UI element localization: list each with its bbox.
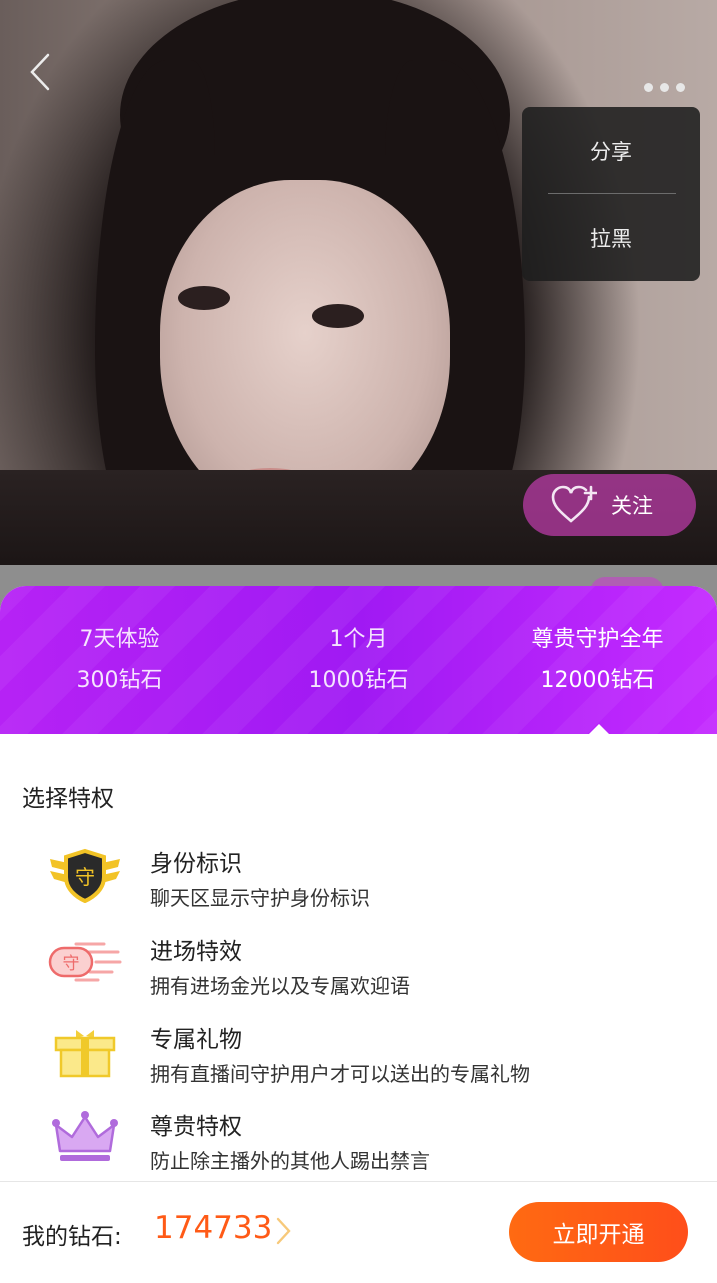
activate-now-button[interactable]: 立即开通 [509,1202,688,1262]
selected-plan-pointer [588,724,610,735]
back-button[interactable] [18,48,62,96]
diamond-balance-amount[interactable]: 174733 [154,1210,272,1246]
privilege-item-gift: 专属礼物 拥有直播间守护用户才可以送出的专属礼物 [0,1020,717,1100]
follow-button[interactable]: 关注 [523,474,696,536]
privilege-item-entry-effect: 守 进场特效 拥有进场金光以及专属欢迎语 [0,932,717,1012]
svg-text:守: 守 [75,865,95,889]
plan-name: 尊贵守护全年 [531,627,664,652]
plan-price: 300钻石 [76,668,163,693]
plan-price: 12000钻石 [540,668,655,693]
guard-sheet: 7天体验 300钻石 1个月 1000钻石 尊贵守护全年 12000钻石 选择特… [0,586,717,1283]
purchase-footer: 我的钻石: 174733 立即开通 [0,1181,717,1283]
privilege-name: 身份标识 [150,851,242,877]
privilege-name: 进场特效 [150,939,242,965]
privilege-item-vip: 尊贵特权 防止除主播外的其他人踢出禁言 [0,1107,717,1187]
gift-icon [44,1020,126,1082]
follow-label: 关注 [611,494,653,518]
chevron-right-icon[interactable] [274,1216,292,1246]
more-menu: 分享 拉黑 [522,107,700,281]
diamond-balance-label: 我的钻石: [22,1224,122,1250]
privilege-item-identity: 守 身份标识 聊天区显示守护身份标识 [0,844,717,924]
plan-option-1month[interactable]: 1个月 1000钻石 [239,586,478,734]
plan-selector: 7天体验 300钻石 1个月 1000钻石 尊贵守护全年 12000钻石 [0,586,717,735]
plan-name: 7天体验 [79,627,160,652]
crown-icon [44,1107,126,1169]
more-button[interactable] [636,72,692,102]
menu-item-share[interactable]: 分享 [522,107,700,194]
privilege-desc: 拥有进场金光以及专属欢迎语 [150,974,410,998]
menu-item-block[interactable]: 拉黑 [522,194,700,281]
entry-effect-icon: 守 [44,932,126,994]
more-dots-icon [643,82,653,92]
plan-name: 1个月 [329,627,388,652]
chevron-left-icon [30,53,50,91]
privileges-title: 选择特权 [22,786,114,812]
privilege-name: 专属礼物 [150,1027,242,1053]
svg-text:守: 守 [63,954,80,974]
menu-divider [548,193,676,194]
plan-price: 1000钻石 [308,668,409,693]
privilege-desc: 防止除主播外的其他人踢出禁言 [150,1149,430,1173]
privilege-name: 尊贵特权 [150,1114,242,1140]
plan-option-7day[interactable]: 7天体验 300钻石 [0,586,239,734]
plan-option-year[interactable]: 尊贵守护全年 12000钻石 [478,586,717,734]
guard-badge-icon: 守 [44,844,126,906]
heart-plus-icon [551,485,597,523]
privilege-desc: 拥有直播间守护用户才可以送出的专属礼物 [150,1062,530,1086]
privilege-desc: 聊天区显示守护身份标识 [150,886,370,910]
